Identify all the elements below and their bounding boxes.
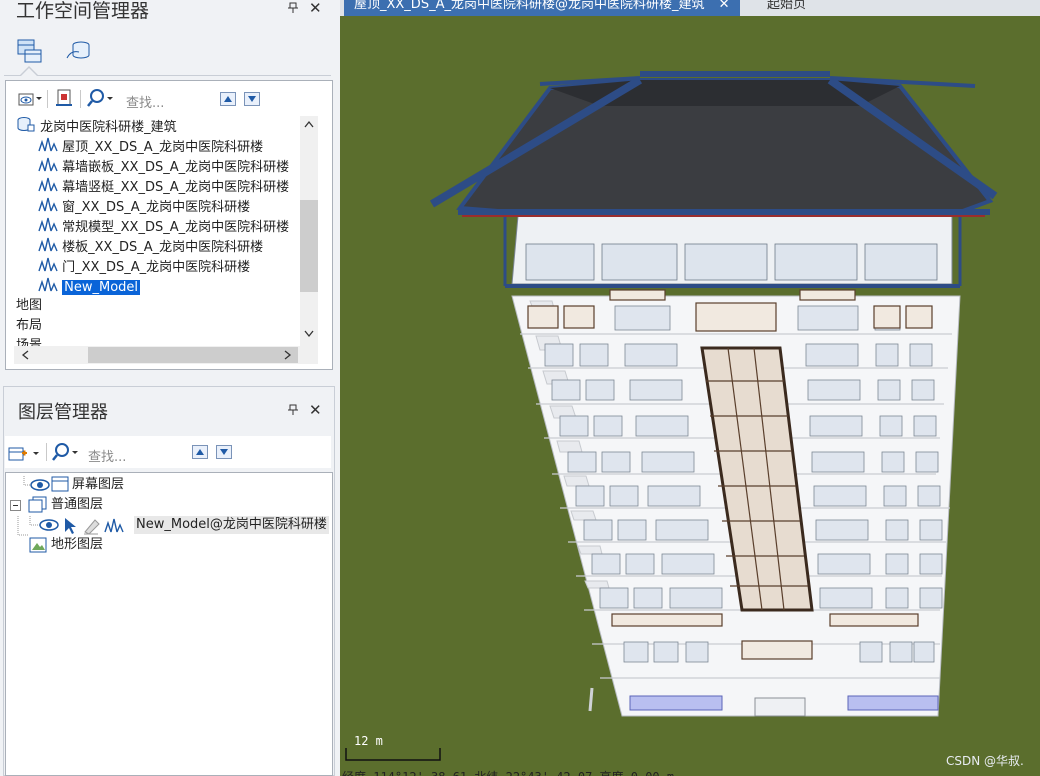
- visibility-eye-icon[interactable]: [30, 478, 50, 498]
- tree-item-label: 窗_XX_DS_A_龙岗中医院科研楼: [62, 200, 251, 215]
- tree-section-maps[interactable]: 地图: [14, 296, 300, 316]
- tab-start-page[interactable]: 起始页: [767, 0, 806, 16]
- tab-label: 屋顶_XX_DS_A_龙岗中医院科研楼@龙岗中医院科研楼_建筑: [354, 0, 705, 12]
- tree-item-label: 幕墙竖梃_XX_DS_A_龙岗中医院科研楼: [62, 180, 290, 195]
- building-model-render: [345, 71, 998, 761]
- tree-item-dataset[interactable]: 常规模型_XX_DS_A_龙岗中医院科研楼: [14, 216, 300, 236]
- layer-manager-title: 图层管理器: [18, 402, 108, 423]
- tree-item-label: 屋顶_XX_DS_A_龙岗中医院科研楼: [62, 140, 264, 155]
- workspace-tree: 龙岗中医院科研楼_建筑 屋顶_XX_DS_A_龙岗中医院科研楼 幕墙嵌板_XX_…: [14, 116, 300, 346]
- move-up-button[interactable]: [220, 92, 236, 106]
- tree-root-label: 龙岗中医院科研楼_建筑: [40, 120, 177, 135]
- toolbar-separator: [47, 90, 48, 108]
- editable-icon[interactable]: [82, 517, 102, 536]
- toolbar-separator: [80, 90, 81, 108]
- tree-section-layouts[interactable]: 布局: [14, 316, 300, 336]
- tab-close-icon[interactable]: ✕: [719, 0, 730, 12]
- tree-item-dataset[interactable]: 幕墙竖梃_XX_DS_A_龙岗中医院科研楼: [14, 176, 300, 196]
- search-icon[interactable]: [52, 443, 82, 461]
- scroll-right-icon[interactable]: [283, 349, 293, 365]
- tab-indicator-inner: [21, 68, 37, 76]
- scroll-down-icon[interactable]: [303, 328, 315, 343]
- tree-item-dataset-selected[interactable]: New_Model: [14, 276, 300, 296]
- layer-row-terrain[interactable]: 地形图层: [17, 516, 330, 559]
- scene-3d-view[interactable]: 12 m 经度 114°12' 38.61 北纬 22°43' 42.07 高度…: [340, 16, 1040, 776]
- tree-item-label: New_Model: [62, 280, 141, 295]
- tree-item-label: 门_XX_DS_A_龙岗中医院科研楼: [62, 260, 251, 275]
- tree-item-dataset[interactable]: 屋顶_XX_DS_A_龙岗中医院科研楼: [14, 136, 300, 156]
- tree-item-dataset[interactable]: 门_XX_DS_A_龙岗中医院科研楼: [14, 256, 300, 276]
- move-down-button[interactable]: [244, 92, 260, 106]
- screen-layer-icon: [51, 476, 69, 498]
- selectable-cursor-icon[interactable]: [62, 517, 80, 536]
- scale-bar-label: 12 m: [354, 734, 383, 748]
- layer-row-normal[interactable]: 普通图层: [10, 496, 330, 516]
- tree-item-dataset[interactable]: 幕墙嵌板_XX_DS_A_龙岗中医院科研楼: [14, 156, 300, 176]
- tree-item-dataset[interactable]: 窗_XX_DS_A_龙岗中医院科研楼: [14, 196, 300, 216]
- close-icon[interactable]: ✕: [309, 1, 322, 16]
- tree-vertical-scroll-thumb[interactable]: [300, 200, 318, 292]
- tree-item-label: 幕墙嵌板_XX_DS_A_龙岗中医院科研楼: [62, 160, 290, 175]
- layer-move-up-button[interactable]: [192, 445, 208, 459]
- layer-move-down-button[interactable]: [216, 445, 232, 459]
- tree-item-label: 楼板_XX_DS_A_龙岗中医院科研楼: [62, 240, 264, 255]
- layer-row-model[interactable]: New_Model@龙岗中医院科研楼: [26, 516, 332, 536]
- tab-scene-document[interactable]: 屋顶_XX_DS_A_龙岗中医院科研楼@龙岗中医院科研楼_建筑 ✕: [344, 0, 740, 16]
- workspace-search-input[interactable]: 查找...: [126, 92, 164, 111]
- add-layer-icon[interactable]: [7, 443, 41, 463]
- pin-icon[interactable]: [287, 404, 299, 416]
- layer-toolbar: 查找...: [5, 436, 331, 468]
- search-icon[interactable]: [87, 89, 117, 107]
- collapse-toggle-icon[interactable]: [10, 499, 21, 517]
- workspace-manager-title: 工作空间管理器: [16, 0, 150, 22]
- coordinate-status: 经度 114°12' 38.61 北纬 22°43' 42.07 高度 0.00…: [342, 768, 674, 776]
- layer-row-screen[interactable]: 屏幕图层: [20, 476, 330, 496]
- model-layer-label: New_Model@龙岗中医院科研楼: [134, 516, 329, 534]
- model-layer-icon: [104, 517, 124, 536]
- toolbar-separator: [46, 443, 47, 461]
- tree-item-label: 常规模型_XX_DS_A_龙岗中医院科研楼: [62, 220, 290, 235]
- tree-horizontal-scroll-thumb[interactable]: [88, 347, 298, 363]
- workspace-tab-icon[interactable]: [16, 38, 50, 66]
- tree-item-dataset[interactable]: 楼板_XX_DS_A_龙岗中医院科研楼: [14, 236, 300, 256]
- tab-divider: [4, 75, 331, 76]
- tree-root-datasource[interactable]: 龙岗中医院科研楼_建筑: [14, 116, 300, 136]
- visibility-eye-icon[interactable]: [39, 518, 59, 536]
- pin-icon[interactable]: [287, 2, 299, 14]
- terrain-layer-icon: [29, 537, 47, 559]
- watermark-text: CSDN @华叔.: [946, 754, 1024, 768]
- normal-layer-label: 普通图层: [51, 497, 104, 512]
- scroll-up-icon[interactable]: [303, 118, 315, 133]
- terrain-layer-label: 地形图层: [51, 537, 104, 552]
- close-icon[interactable]: ✕: [309, 403, 322, 418]
- scroll-left-icon[interactable]: [20, 349, 30, 365]
- datasource-tab-icon[interactable]: [64, 38, 98, 66]
- screen-layer-label: 屏幕图层: [72, 477, 125, 492]
- open-file-icon[interactable]: [55, 89, 75, 107]
- workspace-toolbar: 查找...: [14, 86, 320, 112]
- layer-search-input[interactable]: 查找...: [88, 446, 126, 465]
- view-options-icon[interactable]: [18, 91, 44, 107]
- tree-section-scenes[interactable]: 场景: [14, 336, 300, 346]
